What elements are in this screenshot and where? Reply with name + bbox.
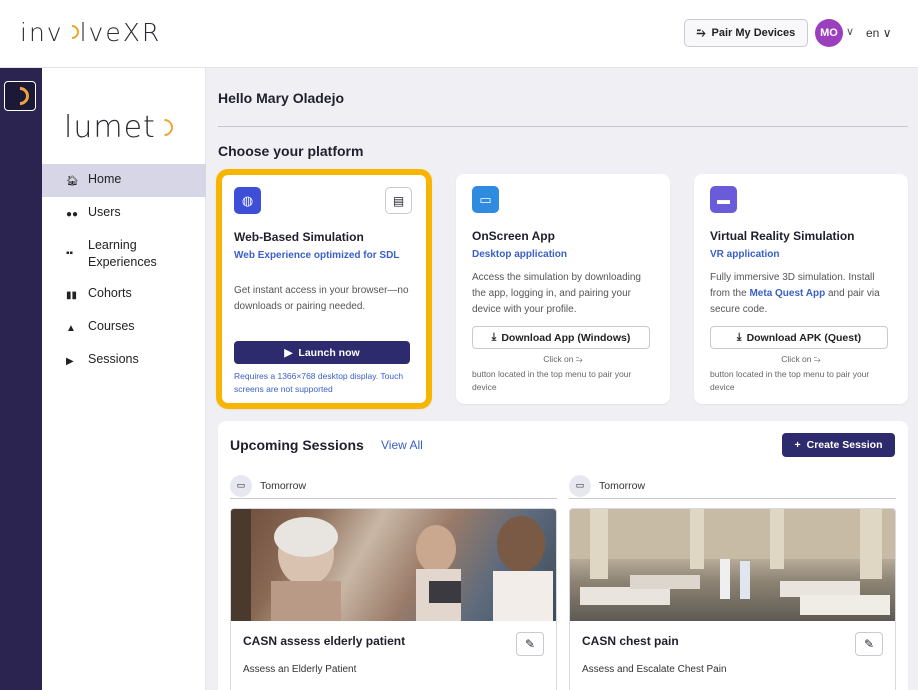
download-apk-button[interactable]: ⤓ Download APK (Quest) bbox=[710, 326, 888, 349]
calendar-icon: ▭ bbox=[569, 474, 591, 497]
click-on-hint: Click on ⥲ bbox=[781, 354, 821, 364]
app-rail bbox=[0, 68, 42, 690]
avatar[interactable]: MO bbox=[815, 19, 843, 47]
launch-now-button[interactable]: ▶ Launch now bbox=[234, 341, 410, 364]
view-all-link[interactable]: View All bbox=[381, 438, 423, 452]
create-session-button[interactable]: + Create Session bbox=[782, 433, 895, 457]
elderly-patient-illustration bbox=[231, 509, 553, 621]
edit-icon[interactable]: ✎ bbox=[855, 632, 883, 656]
sidebar-item-label: Courses bbox=[88, 319, 135, 333]
download-icon: ⤓ bbox=[736, 331, 742, 343]
card-title: Virtual Reality Simulation bbox=[710, 229, 855, 243]
sidebar-item-home[interactable]: 🏠︎ Home bbox=[42, 164, 206, 197]
involvexr-logo: inv lveXR bbox=[20, 18, 162, 47]
card-description: Access the simulation by downloading the… bbox=[472, 272, 641, 315]
onscreen-app-card: ▭ OnScreen App Desktop application Acces… bbox=[456, 174, 670, 404]
session-column: ▭ Tomorrow CASN assess elderly patient ✎… bbox=[230, 473, 557, 690]
vr-headset-icon: ▬ bbox=[710, 186, 737, 213]
session-card[interactable]: CASN chest pain ✎ Assess and Escalate Ch… bbox=[569, 508, 896, 690]
web-simulation-card: ◍ ▤ Web-Based Simulation Web Experience … bbox=[216, 169, 432, 409]
top-bar: inv lveXR ⥲ Pair My Devices MO ∨ en ∨ bbox=[0, 0, 918, 68]
session-date-row: ▭ Tomorrow bbox=[569, 473, 896, 499]
lumeto-logo: lumet bbox=[64, 110, 177, 145]
users-icon: ●● bbox=[66, 209, 79, 220]
app-switcher-logo[interactable] bbox=[4, 81, 36, 111]
card-subtitle: Web Experience optimized for SDL bbox=[234, 250, 400, 261]
sidebar-item-label: Users bbox=[88, 205, 121, 219]
graduation-cap-icon: ▲ bbox=[66, 323, 76, 334]
edit-icon[interactable]: ✎ bbox=[516, 632, 544, 656]
launch-button-label: Launch now bbox=[298, 346, 360, 359]
download-icon: ⤓ bbox=[491, 331, 497, 343]
card-description: Get instant access in your browser—no do… bbox=[234, 285, 409, 312]
sidebar-item-label: Learning Experiences bbox=[88, 238, 157, 269]
sidebar-item-sessions[interactable]: ▶ Sessions bbox=[42, 344, 206, 377]
pair-note: button located in the top menu to pair y… bbox=[710, 369, 870, 392]
home-icon: 🏠︎ bbox=[66, 176, 79, 187]
session-column: ▭ Tomorrow CASN chest pain ✎ Assess and … bbox=[569, 473, 896, 690]
pair-my-devices-button[interactable]: ⥲ Pair My Devices bbox=[684, 19, 808, 47]
main-content: Hello Mary Oladejo Choose your platform … bbox=[206, 68, 918, 690]
globe-icon: ◍ bbox=[234, 187, 261, 214]
monitor-icon: ▭ bbox=[472, 186, 499, 213]
pair-icon: ⥲ bbox=[575, 354, 583, 364]
grid-icon: ▪▪ bbox=[66, 248, 74, 259]
sidebar-item-users[interactable]: ●● Users bbox=[42, 197, 206, 230]
sidebar-item-label: Cohorts bbox=[88, 286, 132, 300]
document-icon[interactable]: ▤ bbox=[385, 187, 412, 214]
session-date: Tomorrow bbox=[260, 479, 307, 492]
session-date: Tomorrow bbox=[599, 479, 646, 492]
platform-heading: Choose your platform bbox=[218, 143, 364, 159]
download-button-label: Download App (Windows) bbox=[501, 331, 631, 344]
chevron-down-icon[interactable]: ∨ bbox=[846, 25, 854, 38]
session-thumbnail bbox=[231, 509, 556, 621]
card-subtitle: Desktop application bbox=[472, 249, 568, 260]
sidebar-item-cohorts[interactable]: ▮▮ Cohorts bbox=[42, 278, 206, 311]
card-title: Web-Based Simulation bbox=[234, 230, 364, 244]
session-name: CASN chest pain bbox=[582, 634, 679, 648]
book-icon: ▮▮ bbox=[66, 290, 78, 301]
create-session-label: Create Session bbox=[806, 439, 883, 451]
session-name: CASN assess elderly patient bbox=[243, 634, 406, 648]
divider bbox=[218, 126, 908, 127]
session-description: Assess an Elderly Patient bbox=[243, 664, 357, 675]
sidebar-item-label: Sessions bbox=[88, 352, 139, 366]
pair-note: button located in the top menu to pair y… bbox=[472, 369, 632, 392]
hospital-ward-illustration bbox=[570, 509, 895, 615]
play-icon: ▶ bbox=[284, 346, 293, 359]
plus-icon: + bbox=[794, 439, 801, 451]
card-description: Fully immersive 3D simulation. Install f… bbox=[710, 272, 880, 315]
pair-button-label: Pair My Devices bbox=[711, 27, 796, 39]
sidebar-item-label: Home bbox=[88, 172, 122, 186]
pair-icon: ⥲ bbox=[813, 354, 821, 364]
card-subtitle: VR application bbox=[710, 249, 780, 260]
sidebar-item-courses[interactable]: ▲ Courses bbox=[42, 311, 206, 344]
session-card[interactable]: CASN assess elderly patient ✎ Assess an … bbox=[230, 508, 557, 690]
play-icon: ▶ bbox=[66, 356, 74, 367]
upcoming-sessions-panel: Upcoming Sessions View All + Create Sess… bbox=[218, 421, 908, 690]
card-title: OnScreen App bbox=[472, 229, 555, 243]
click-on-hint: Click on ⥲ bbox=[543, 354, 583, 364]
calendar-icon: ▭ bbox=[230, 474, 252, 497]
sidebar: lumet 🏠︎ Home ●● Users ▪▪ Learning Exper… bbox=[42, 68, 206, 690]
display-requirement-note: Requires a 1366×768 desktop display. Tou… bbox=[234, 371, 404, 394]
sessions-heading: Upcoming Sessions bbox=[230, 437, 364, 453]
session-description: Assess and Escalate Chest Pain bbox=[582, 664, 727, 675]
download-button-label: Download APK (Quest) bbox=[746, 331, 862, 344]
vr-simulation-card: ▬ Virtual Reality Simulation VR applicat… bbox=[694, 174, 908, 404]
greeting: Hello Mary Oladejo bbox=[218, 90, 345, 106]
sidebar-nav: 🏠︎ Home ●● Users ▪▪ Learning Experiences… bbox=[42, 164, 206, 377]
pair-icon: ⥲ bbox=[696, 26, 706, 39]
sidebar-item-learning-experiences[interactable]: ▪▪ Learning Experiences bbox=[42, 230, 206, 278]
language-selector[interactable]: en ∨ bbox=[866, 26, 891, 40]
session-date-row: ▭ Tomorrow bbox=[230, 473, 557, 499]
session-thumbnail bbox=[570, 509, 895, 621]
download-app-button[interactable]: ⤓ Download App (Windows) bbox=[472, 326, 650, 349]
meta-quest-link[interactable]: Meta Quest App bbox=[749, 288, 825, 299]
